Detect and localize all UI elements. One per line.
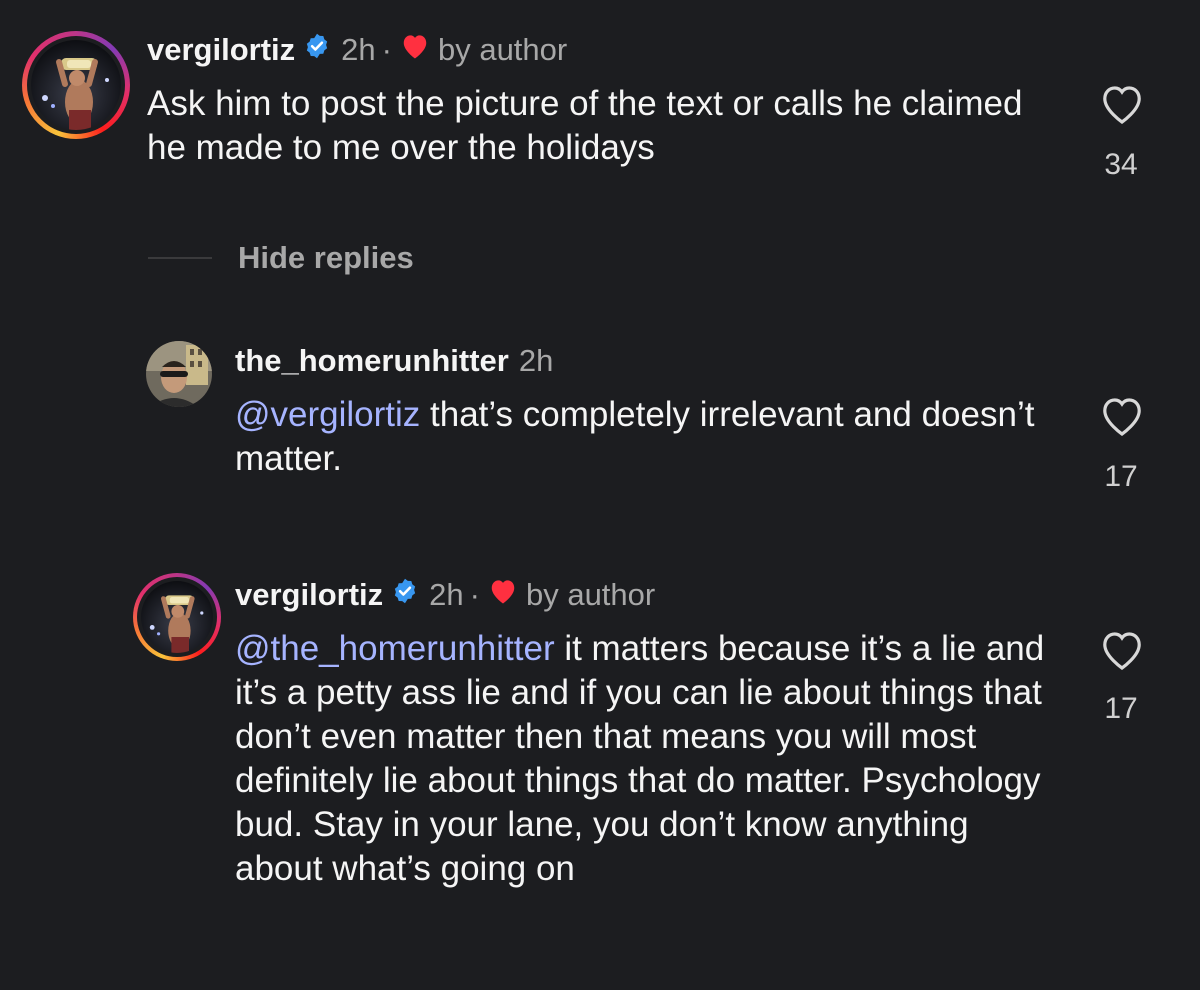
comment-text: @the_homerunhitter it matters because it… — [235, 627, 1055, 891]
heart-outline-icon — [1103, 86, 1141, 124]
comment-text-body: Ask him to post the picture of the text … — [147, 84, 1033, 167]
mention-link[interactable]: @vergilortiz — [235, 395, 420, 434]
comment-timestamp: 2h — [429, 577, 464, 612]
meta-separator: · — [469, 577, 480, 612]
avatar[interactable] — [146, 341, 212, 407]
comment-timestamp: 2h — [518, 343, 554, 378]
like-button[interactable] — [1098, 628, 1146, 672]
avatar[interactable] — [141, 581, 213, 653]
like-count: 17 — [1104, 692, 1138, 725]
comment-text: Ask him to post the picture of the text … — [147, 82, 1047, 170]
divider-line — [148, 257, 212, 259]
verified-badge-icon — [303, 32, 331, 68]
mention-link[interactable]: @the_homerunhitter — [235, 629, 555, 668]
comment-text: @vergilortiz that’s completely irrelevan… — [235, 393, 1055, 481]
liked-by-author-label: by author — [525, 577, 656, 612]
like-count: 34 — [1104, 148, 1138, 181]
comment-author[interactable]: vergilortiz — [235, 577, 383, 613]
like-button[interactable] — [1098, 394, 1146, 438]
hide-replies-toggle[interactable]: Hide replies — [148, 240, 414, 276]
story-ring[interactable] — [133, 573, 221, 661]
like-count: 17 — [1104, 460, 1138, 493]
heart-filled-icon — [488, 577, 518, 613]
like-button[interactable] — [1098, 82, 1146, 126]
verified-badge-icon — [391, 577, 419, 613]
comment-timestamp: 2h — [341, 32, 376, 67]
heart-outline-icon — [1103, 398, 1141, 436]
heart-filled-icon — [400, 32, 430, 68]
comment-author[interactable]: vergilortiz — [147, 32, 295, 68]
comment-author[interactable]: the_homerunhitter — [235, 343, 509, 379]
story-ring[interactable] — [22, 31, 130, 139]
hide-replies-label[interactable]: Hide replies — [238, 240, 414, 276]
avatar[interactable] — [31, 40, 121, 130]
liked-by-author-label: by author — [437, 32, 568, 67]
heart-outline-icon — [1103, 632, 1141, 670]
meta-separator: · — [381, 32, 392, 67]
